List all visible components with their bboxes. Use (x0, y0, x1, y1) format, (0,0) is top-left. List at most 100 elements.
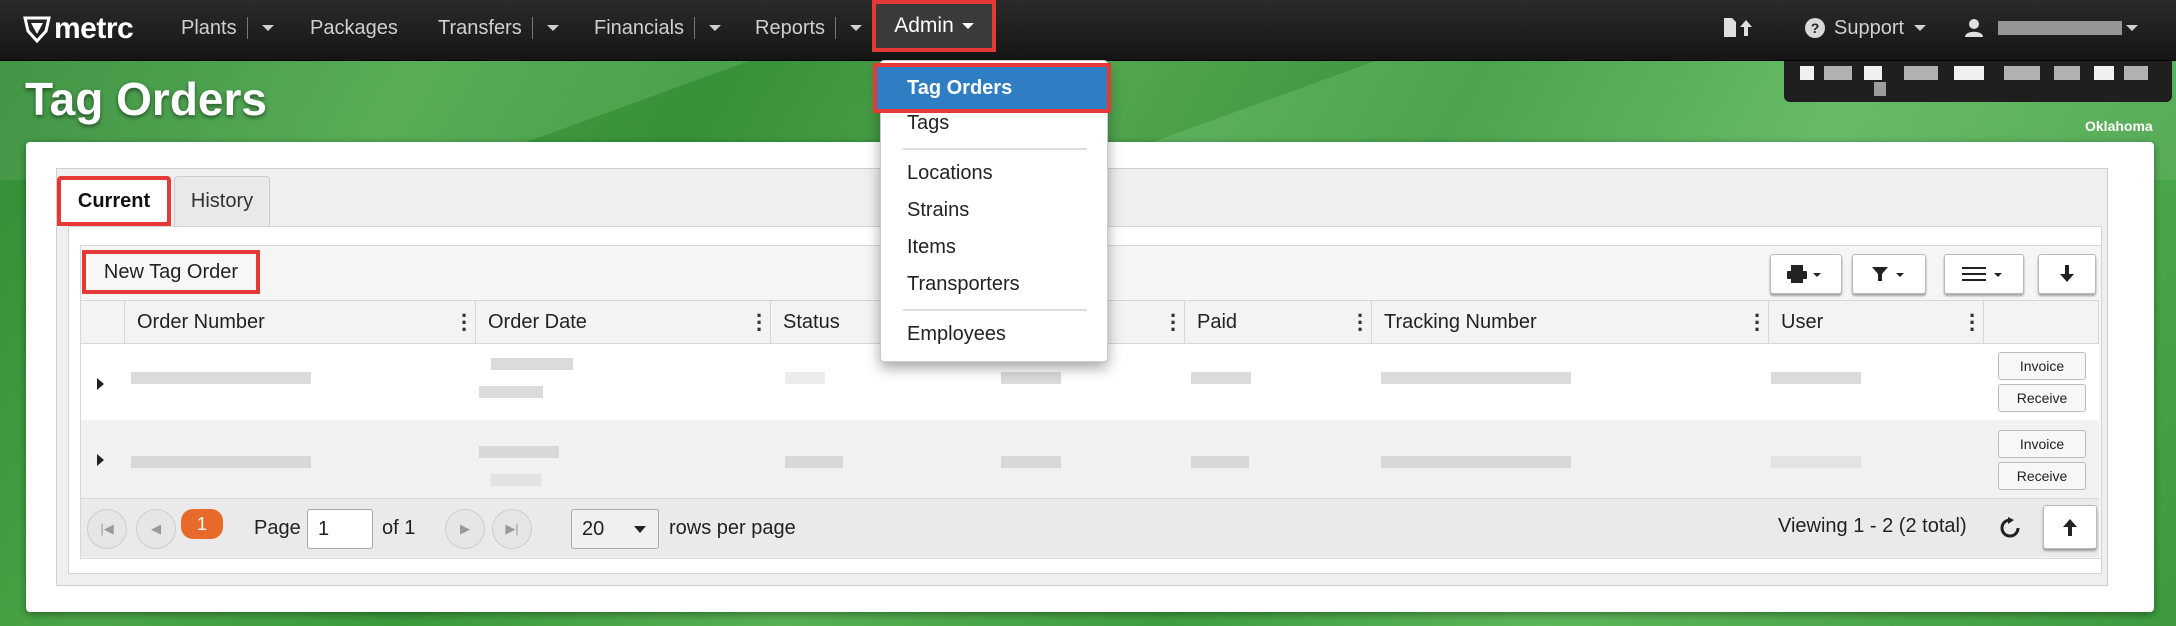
column-header-user[interactable]: User · · · (1769, 300, 1984, 344)
new-tag-order-button[interactable]: New Tag Order (82, 250, 260, 294)
page-number-input[interactable]: 1 (307, 509, 373, 549)
chevron-down-icon (1914, 25, 1927, 31)
redacted-facility (1954, 66, 1984, 80)
last-page-icon[interactable]: ▶| (492, 509, 532, 549)
refresh-icon[interactable] (1999, 517, 2021, 539)
tab-history-label: History (190, 190, 254, 212)
chevron-down-icon (2126, 25, 2138, 31)
page-count-label: of 1 (382, 517, 416, 539)
nav-reports[interactable]: Reports (755, 0, 863, 56)
nav-support-label: Support (1834, 16, 1905, 39)
print-icon (1787, 265, 1821, 283)
receive-label: Receive (2016, 390, 2068, 406)
column-header-order-date[interactable]: Order Date · · · (476, 300, 771, 344)
actions-column-header (1984, 300, 2099, 344)
tab-current[interactable]: Current (57, 176, 171, 226)
redacted-cell (1191, 456, 1249, 468)
redacted-cell (1771, 372, 1861, 384)
tab-history[interactable]: History (174, 176, 270, 226)
arrow-down-icon (2060, 265, 2074, 282)
menu-item-strains[interactable]: Strains (907, 199, 969, 222)
column-options-icon[interactable]: · · · (756, 305, 763, 341)
chevron-down-icon[interactable] (546, 25, 559, 31)
question-circle-icon: ? (1805, 18, 1825, 38)
chevron-down-icon[interactable] (261, 25, 274, 31)
expand-row-icon[interactable] (97, 454, 104, 466)
rows-per-page-select[interactable]: 20 (571, 509, 659, 549)
redacted-cell (1771, 456, 1861, 468)
shield-logo-icon (23, 16, 51, 44)
state-label: Oklahoma (2085, 118, 2153, 134)
chevron-down-icon (961, 23, 974, 29)
redacted-cell (479, 386, 543, 398)
filter-icon (1872, 267, 1904, 281)
scroll-top-button[interactable] (2043, 505, 2097, 549)
nav-support[interactable]: ? Support (1804, 0, 1927, 56)
menu-divider (903, 148, 1087, 150)
pagination-bar: |◀ ◀ 1 Page 1 of 1 ▶ ▶| 20 rows per page… (81, 498, 2099, 557)
redacted-facility (1800, 66, 1814, 80)
menu-item-items[interactable]: Items (907, 236, 956, 259)
download-button[interactable] (2038, 254, 2096, 294)
invoice-label: Invoice (2019, 358, 2065, 374)
previous-page-icon[interactable]: ◀ (136, 509, 176, 549)
expand-column-header (81, 300, 125, 344)
redacted-username (1998, 21, 2122, 35)
current-page-badge[interactable]: 1 (181, 509, 223, 539)
column-header-order-number[interactable]: Order Number · · · (125, 300, 476, 344)
column-header-tracking-number[interactable]: Tracking Number · · · (1372, 300, 1769, 344)
menu-item-employees[interactable]: Employees (907, 323, 1006, 346)
new-tag-order-label: New Tag Order (103, 260, 239, 283)
column-options-icon[interactable]: · · · (1969, 305, 1976, 341)
nav-divider (531, 17, 533, 39)
invoice-button[interactable]: Invoice (1998, 352, 2086, 380)
facility-selector[interactable] (1784, 58, 2172, 102)
receive-button[interactable]: Receive (1998, 462, 2086, 490)
redacted-cell (491, 474, 541, 486)
menu-item-locations[interactable]: Locations (907, 162, 993, 185)
nav-transfers-label: Transfers (438, 16, 522, 39)
expand-row-icon[interactable] (97, 378, 104, 390)
user-menu[interactable] (1964, 0, 2138, 56)
table-row[interactable]: Invoice Receive (81, 422, 2099, 498)
tab-current-label: Current (77, 189, 151, 212)
nav-packages[interactable]: Packages (310, 0, 398, 56)
redacted-facility (1824, 66, 1852, 80)
rows-per-page-value: 20 (582, 518, 605, 540)
next-page-icon[interactable]: ▶ (445, 509, 485, 549)
user-icon (1965, 19, 1983, 37)
menu-item-transporters[interactable]: Transporters (907, 273, 1020, 296)
column-options-icon[interactable]: · · · (1170, 305, 1177, 341)
columns-menu-button[interactable] (1944, 254, 2024, 294)
nav-transfers[interactable]: Transfers (438, 0, 559, 56)
nav-plants[interactable]: Plants (181, 0, 274, 56)
column-label: User (1781, 310, 1824, 333)
redacted-facility (1874, 82, 1886, 96)
menu-divider (903, 309, 1087, 311)
chevron-down-icon[interactable] (850, 25, 863, 31)
file-upload-icon (1724, 18, 1752, 37)
file-upload-button[interactable] (1722, 0, 1756, 56)
page-title: Tag Orders (25, 73, 267, 125)
nav-financials[interactable]: Financials (594, 0, 722, 56)
receive-label: Receive (2016, 468, 2068, 484)
nav-admin[interactable]: Admin (872, 0, 996, 52)
top-navbar: metrc Plants Packages Transfers Financia… (0, 0, 2176, 61)
metrc-logo[interactable]: metrc (22, 12, 134, 46)
menu-item-tag-orders[interactable]: Tag Orders (873, 63, 1111, 113)
nav-divider (246, 17, 248, 39)
invoice-button[interactable]: Invoice (1998, 430, 2086, 458)
column-options-icon[interactable]: · · · (1357, 305, 1364, 341)
filter-button[interactable] (1852, 254, 1926, 294)
column-options-icon[interactable]: · · · (461, 305, 468, 341)
redacted-facility (2094, 66, 2114, 80)
column-header-paid[interactable]: Paid · · · (1185, 300, 1372, 344)
chevron-down-icon[interactable] (709, 25, 722, 31)
menu-item-tags[interactable]: Tags (907, 112, 949, 135)
dropdown-arrow-icon (634, 526, 646, 533)
print-button[interactable] (1770, 254, 1842, 294)
receive-button[interactable]: Receive (1998, 384, 2086, 412)
column-options-icon[interactable]: · · · (1754, 305, 1761, 341)
first-page-icon[interactable]: |◀ (87, 509, 127, 549)
column-label: Tracking Number (1384, 310, 1537, 333)
